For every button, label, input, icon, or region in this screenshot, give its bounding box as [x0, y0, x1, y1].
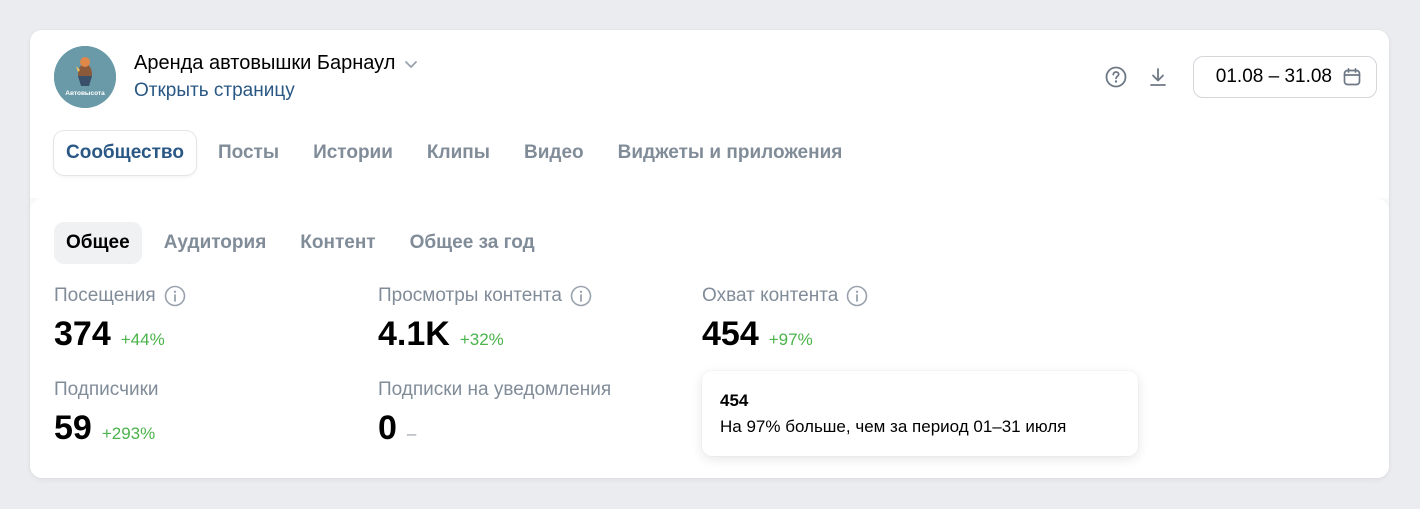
- reach-tooltip: 454 На 97% больше, чем за период 01–31 и…: [702, 371, 1138, 456]
- tooltip-text: На 97% больше, чем за период 01–31 июля: [720, 417, 1067, 436]
- header-actions: 01.08 – 31.08: [1103, 56, 1377, 98]
- metric-notifications: Подписки на уведомления 0 –: [378, 379, 611, 448]
- metric-value: 4.1K: [378, 315, 450, 353]
- tab-clips[interactable]: Клипы: [415, 131, 502, 175]
- subtab-audience[interactable]: Аудитория: [152, 222, 279, 264]
- community-header: Автовысота Аренда автовышки Барнаул Откр…: [30, 30, 1389, 198]
- metric-label-text: Подписчики: [54, 379, 159, 400]
- tab-community[interactable]: Сообщество: [54, 131, 196, 175]
- metric-subscribers: Подписчики 59 +293%: [54, 379, 159, 448]
- info-icon[interactable]: [570, 285, 592, 307]
- metric-label: Охват контента: [702, 285, 868, 307]
- stats-subtabs: Общее Аудитория Контент Общее за год: [54, 222, 557, 264]
- date-range-label: 01.08 – 31.08: [1215, 66, 1332, 87]
- help-button[interactable]: [1103, 64, 1129, 90]
- subtab-content[interactable]: Контент: [288, 222, 387, 264]
- metric-views: Просмотры контента 4.1K +32%: [378, 285, 592, 354]
- avatar-image: Автовысота: [54, 46, 116, 108]
- metric-label: Подписки на уведомления: [378, 379, 611, 401]
- tab-posts[interactable]: Посты: [206, 131, 291, 175]
- tab-video[interactable]: Видео: [512, 131, 596, 175]
- stats-body: Общее Аудитория Контент Общее за год Пос…: [30, 198, 1389, 478]
- download-button[interactable]: [1145, 64, 1171, 90]
- metric-value: 0: [378, 409, 397, 447]
- chevron-down-icon: [405, 60, 418, 68]
- metric-delta: +293%: [101, 424, 156, 443]
- download-icon: [1149, 68, 1166, 86]
- question-circle-icon: [1105, 66, 1127, 88]
- metric-label: Просмотры контента: [378, 285, 592, 307]
- metric-reach: Охват контента 454 +97%: [702, 285, 868, 354]
- metric-value: 454: [702, 315, 759, 353]
- calendar-icon: [1343, 67, 1361, 86]
- tab-widgets[interactable]: Виджеты и приложения: [606, 131, 855, 175]
- avatar[interactable]: Автовысота: [54, 46, 116, 108]
- metric-label-text: Подписки на уведомления: [378, 379, 612, 400]
- metric-value: 374: [54, 315, 111, 353]
- section-tabs: Сообщество Посты Истории Клипы Видео Вид…: [54, 131, 864, 175]
- metric-value: 59: [54, 409, 92, 447]
- avatar-caption: Автовысота: [65, 90, 105, 97]
- subtab-yearly[interactable]: Общее за год: [398, 222, 547, 264]
- metric-label-text: Просмотры контента: [378, 285, 562, 306]
- metric-label: Посещения: [54, 285, 186, 307]
- tooltip-value: 454: [720, 391, 749, 410]
- group-name-selector[interactable]: Аренда автовышки Барнаул: [134, 52, 419, 75]
- metric-visits: Посещения 374 +44%: [54, 285, 186, 354]
- date-range-button[interactable]: 01.08 – 31.08: [1192, 56, 1377, 98]
- metric-delta: +32%: [459, 330, 504, 349]
- metric-delta: +97%: [768, 330, 813, 349]
- metric-delta: +44%: [120, 330, 165, 349]
- group-name: Аренда автовышки Барнаул: [134, 52, 396, 74]
- metric-label-text: Посещения: [54, 285, 156, 306]
- stats-card: Автовысота Аренда автовышки Барнаул Откр…: [30, 30, 1389, 478]
- open-page-link[interactable]: Открыть страницу: [134, 80, 295, 102]
- info-icon[interactable]: [846, 285, 868, 307]
- metric-delta: –: [406, 424, 417, 443]
- metric-label-text: Охват контента: [702, 285, 839, 306]
- info-icon[interactable]: [164, 285, 186, 307]
- tab-stories[interactable]: Истории: [301, 131, 405, 175]
- metric-label: Подписчики: [54, 379, 159, 401]
- subtab-general[interactable]: Общее: [54, 222, 142, 264]
